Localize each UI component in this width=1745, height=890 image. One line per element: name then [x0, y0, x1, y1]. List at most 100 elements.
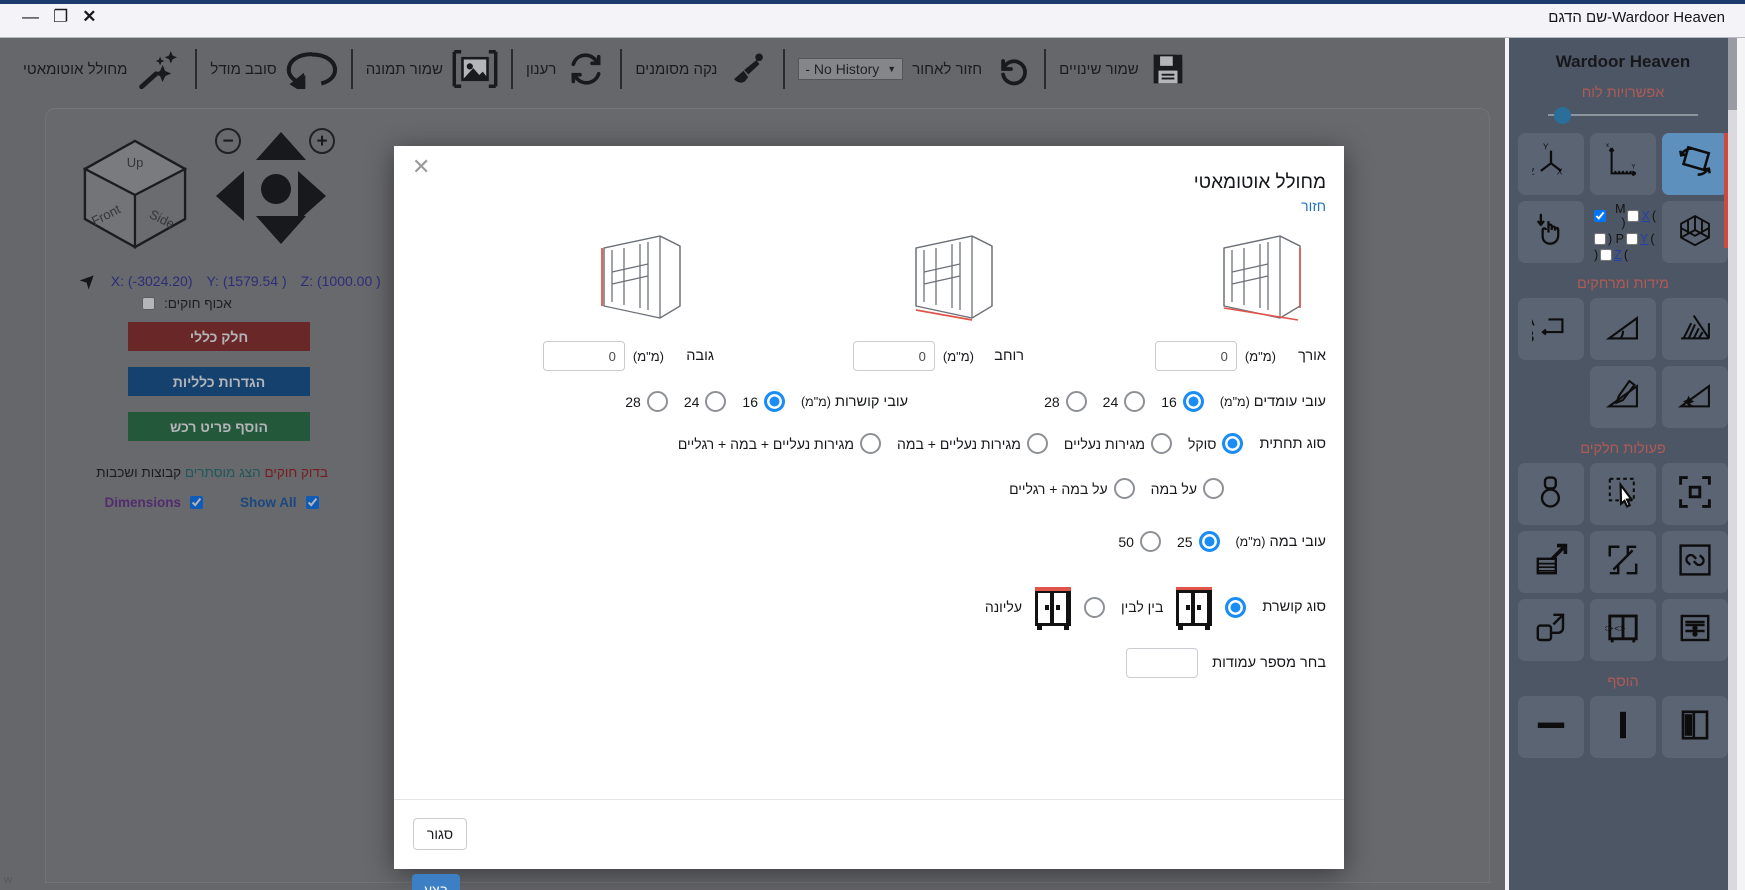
p-checkbox[interactable] — [1594, 233, 1606, 245]
rail-type-option-between[interactable]: בין לבין — [1121, 581, 1247, 633]
axis-x-checkbox[interactable] — [1627, 210, 1640, 222]
duplicate-part-icon — [1533, 610, 1569, 651]
bottom-type-option-on-platform[interactable]: על במה — [1151, 478, 1224, 499]
axis-check-y[interactable]: ) Y P ( — [1594, 232, 1655, 246]
columns-input[interactable] — [1126, 648, 1199, 678]
close-button[interactable]: סגור — [413, 818, 467, 850]
thickness-rails-option-28[interactable]: 28 — [625, 391, 668, 412]
radio-icon[interactable] — [1139, 531, 1161, 552]
radio-icon[interactable] — [860, 433, 881, 454]
duplicate-part-tile[interactable] — [1518, 599, 1584, 661]
length-input[interactable] — [1154, 341, 1237, 371]
height-field-group: גובה (מ"מ) — [542, 341, 714, 371]
back-link[interactable]: חזור — [1301, 198, 1326, 214]
select-frame-tile[interactable] — [1662, 463, 1728, 525]
svg-text:<>: <> — [1605, 623, 1614, 634]
radio-icon[interactable] — [1113, 478, 1135, 499]
thickness-uprights-option-16[interactable]: 16 — [1161, 391, 1204, 412]
m-checkbox[interactable] — [1594, 210, 1606, 222]
drawer-unit-tile[interactable] — [1662, 599, 1728, 661]
dimension-grid-spacer — [1518, 366, 1584, 428]
cabinet-preview-height — [584, 226, 694, 330]
sidebar-title: Wardoor Heaven — [1555, 52, 1691, 71]
click-part-tile[interactable] — [1518, 463, 1584, 525]
thickness-rails-option-24[interactable]: 24 — [684, 391, 727, 412]
radio-icon[interactable] — [1026, 433, 1048, 454]
radio-icon[interactable] — [646, 391, 668, 412]
radio-icon[interactable] — [1203, 478, 1224, 499]
text-label-tile[interactable]: A B — [1518, 298, 1584, 360]
radio-icon[interactable] — [1150, 433, 1172, 454]
sidebar-scrollbar[interactable] — [1728, 38, 1737, 890]
axis-y-checkbox[interactable] — [1625, 233, 1638, 245]
close-icon[interactable]: ✕ — [412, 156, 430, 178]
radio-icon[interactable] — [1065, 391, 1087, 412]
radio-icon[interactable] — [1198, 531, 1220, 552]
pen-measure-tile[interactable] — [1590, 366, 1656, 428]
axis-xy-tile[interactable]: x Y — [1590, 133, 1656, 195]
height-input[interactable] — [542, 341, 625, 371]
cabinet-doors-icon: <> <> — [1602, 610, 1641, 651]
radio-icon[interactable] — [1124, 391, 1146, 412]
bottom-type-option-shoe-drawers[interactable]: מגירות נעליים — [1064, 433, 1172, 454]
scrollbar-thumb[interactable] — [1728, 38, 1737, 110]
marquee-select-tile[interactable] — [1590, 463, 1656, 525]
radio-label: עליונה — [984, 599, 1022, 615]
axis-xyz-tile[interactable]: Y Z X — [1518, 133, 1584, 195]
thickness-uprights-option-24[interactable]: 24 — [1103, 391, 1146, 412]
svg-text:<>: <> — [1614, 623, 1626, 634]
bottom-type-row-2: על במה על במה + רגליים — [412, 478, 1326, 499]
rotate-board-tile[interactable] — [1662, 133, 1728, 195]
bottom-type-option-shoe-drawers-platform-legs[interactable]: מגירות נעליים + במה + רגליים — [678, 433, 881, 454]
axis-xy-icon: x Y — [1604, 141, 1642, 186]
bottom-type-option-on-platform-legs[interactable]: על במה + רגליים — [1009, 478, 1135, 499]
width-input[interactable] — [852, 341, 935, 371]
bottom-type-option-shoe-drawers-platform[interactable]: מגירות נעליים + במה — [897, 433, 1048, 454]
svg-text:B: B — [1532, 328, 1535, 346]
close-icon[interactable]: ✕ — [82, 8, 96, 25]
axis-z-checkbox[interactable] — [1600, 249, 1613, 261]
rail-type-label: סוג קושרת — [1262, 599, 1326, 615]
radio-icon[interactable] — [763, 391, 785, 412]
thickness-row: עובי עומדים (מ"מ) 16 24 28 עובי קושרות (… — [412, 391, 1326, 412]
horizontal-panel-tile[interactable] — [1518, 696, 1584, 758]
minimize-icon[interactable]: — — [22, 8, 39, 25]
angle-measure-tile[interactable] — [1590, 298, 1656, 360]
execute-button[interactable]: בצע — [412, 874, 460, 890]
axis-check-z[interactable]: ) Z( — [1594, 248, 1628, 262]
link-part-tile[interactable] — [1662, 531, 1728, 593]
bottom-type-radios-1: סוקל מגירות נעליים מגירות נעליים + במה מ… — [662, 433, 1244, 454]
cabinet-doors-tile[interactable]: <> <> — [1590, 599, 1656, 661]
bottom-type-option-socle[interactable]: סוקל — [1188, 433, 1244, 454]
hatch-measure-tile[interactable] — [1662, 298, 1728, 360]
board-opacity-slider[interactable] — [1548, 107, 1698, 124]
move-out-tile[interactable] — [1518, 531, 1584, 593]
radio-icon[interactable] — [1182, 391, 1204, 412]
door-panel-icon — [1677, 707, 1713, 748]
platform-thickness-option-25[interactable]: 25 — [1177, 531, 1220, 552]
cube-grid-tile[interactable] — [1662, 201, 1728, 263]
radio-icon[interactable] — [1222, 433, 1244, 454]
platform-thickness-label: עובי במה (מ"מ) — [1236, 534, 1326, 550]
radio-label: 50 — [1118, 533, 1134, 550]
bottom-type-label: סוג תחתית — [1259, 435, 1326, 452]
maximize-icon[interactable]: ❐ — [53, 8, 68, 25]
radio-icon[interactable] — [705, 391, 727, 412]
thickness-rails-option-16[interactable]: 16 — [742, 391, 785, 412]
resize-part-tile[interactable] — [1590, 531, 1656, 593]
door-panel-tile[interactable] — [1662, 696, 1728, 758]
svg-text:Z: Z — [1532, 167, 1535, 176]
slider-knob[interactable] — [1554, 107, 1571, 124]
star-measure-tile[interactable] — [1662, 366, 1728, 428]
hand-down-icon — [1532, 211, 1570, 254]
hand-down-tile[interactable] — [1518, 201, 1584, 263]
vertical-panel-tile[interactable] — [1590, 696, 1656, 758]
thickness-uprights-option-28[interactable]: 28 — [1044, 391, 1087, 412]
platform-thickness-unit: (מ"מ) — [1235, 534, 1266, 549]
cabinet-preview-width — [896, 226, 1006, 330]
radio-icon[interactable] — [1084, 596, 1105, 618]
radio-icon[interactable] — [1225, 596, 1247, 618]
platform-thickness-option-50[interactable]: 50 — [1118, 531, 1161, 552]
axis-check-x[interactable]: ) X M ( — [1594, 202, 1656, 230]
rail-type-option-top[interactable]: עליונה — [985, 581, 1105, 633]
